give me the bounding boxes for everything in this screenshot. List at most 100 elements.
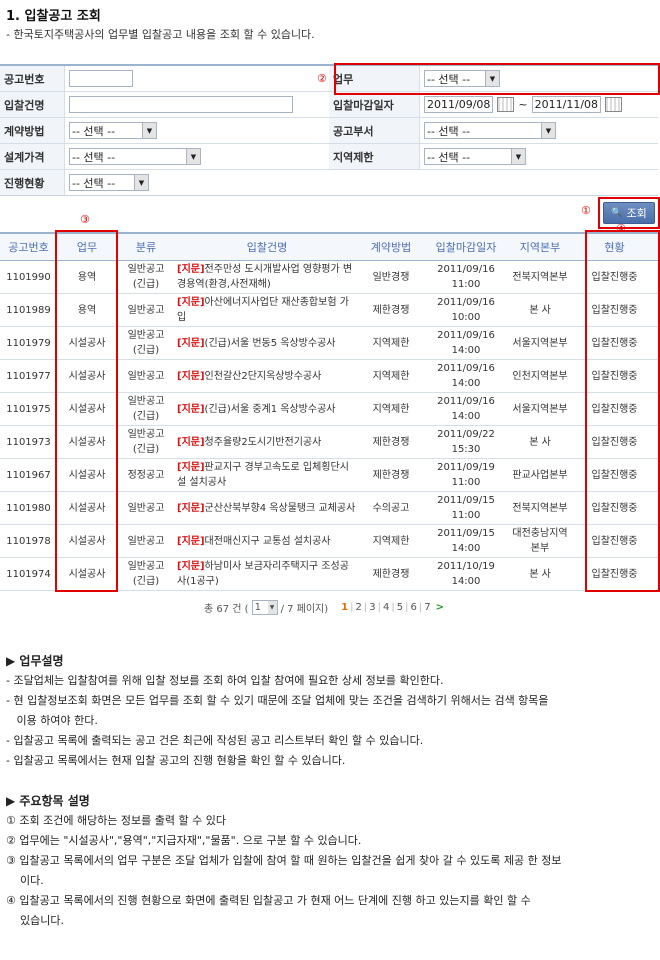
chevron-down-icon: ▼ (541, 123, 555, 138)
calendar-icon[interactable] (605, 97, 623, 112)
title-text[interactable]: 인천갈산2단지옥상방수공사 (205, 371, 322, 382)
cell-region: 대전충남지역본부 (509, 524, 571, 558)
cell-title[interactable]: [지문](긴급)서울 중계1 옥상방수공사 (175, 392, 359, 426)
description-line: 이용 하여야 한다. (6, 714, 98, 727)
work-column-highlight (55, 230, 118, 592)
column-header: 분류 (117, 232, 175, 261)
title-text[interactable]: (긴급)서울 중계1 옥상방수공사 (205, 404, 336, 415)
page-separator: | (418, 602, 423, 613)
page-link[interactable]: 4 (383, 602, 389, 613)
cell-no: 1101978 (0, 524, 57, 558)
cell-deadline: 2011/09/16 14:00 (423, 392, 509, 426)
cell-title[interactable]: [지문](긴급)서울 번동5 옥상방수공사 (175, 326, 359, 360)
page-select[interactable]: 1 ▼ (251, 600, 278, 615)
title-tag: [지문] (177, 337, 205, 349)
chevron-down-icon: ▼ (134, 175, 148, 190)
cell-contract: 제한경쟁 (359, 293, 423, 327)
cell-deadline: 2011/09/16 14:00 (423, 326, 509, 360)
cell-title[interactable]: [지문]인천갈산2단지옥상방수공사 (175, 359, 359, 393)
page-link[interactable]: 1 (341, 602, 348, 613)
cell-title[interactable]: [지문]아산에너지사업단 재산종합보험 가입 (175, 293, 359, 327)
item-description-lines: ① 조회 조건에 해당하는 정보를 출력 할 수 있다 ② 업무에는 "시설공사"… (6, 811, 561, 931)
cell-title[interactable]: [지문]군산산북부향4 옥상물탱크 교체공사 (175, 491, 359, 525)
page-link[interactable]: 2 (356, 602, 362, 613)
calendar-icon[interactable] (497, 97, 515, 112)
work-description: ▶ 업무설명 - 조달업체는 입찰참여를 위해 입찰 정보를 조회 하여 입찰 … (6, 651, 549, 771)
pager: 총 67 건 ( 1 ▼ / 7 페이지) 1 | 2 | 3 | 4 | 5 | 6 | 7 > (204, 600, 444, 615)
status-select[interactable]: -- 선택 -- ▼ (69, 174, 149, 191)
chevron-down-icon: ▼ (186, 149, 200, 164)
cell-cat: 일반공고 (긴급) (117, 425, 175, 459)
description-line: - 현 입찰정보조회 화면은 모든 업무를 조회 할 수 있기 때문에 조달 업… (6, 694, 549, 707)
price-select[interactable]: -- 선택 -- ▼ (69, 148, 201, 165)
dept-select[interactable]: -- 선택 -- ▼ (424, 122, 556, 139)
cell-contract: 제한경쟁 (359, 458, 423, 492)
search-icon: 🔍 (611, 208, 623, 218)
cell-title[interactable]: [지문]대전매신지구 교통섬 설치공사 (175, 524, 359, 558)
cell-contract: 지역제한 (359, 359, 423, 393)
cell-cat: 일반공고 (117, 359, 175, 393)
region-select[interactable]: -- 선택 -- ▼ (424, 148, 526, 165)
region-label: 지역제한 (329, 144, 420, 169)
cell-region: 전북지역본부 (509, 491, 571, 525)
bid-name-label: 입찰건명 (0, 92, 65, 117)
cell-no: 1101990 (0, 260, 57, 294)
date-from-input[interactable]: 2011/09/08 (424, 96, 494, 113)
cell-cat: 정정공고 (117, 458, 175, 492)
cell-deadline: 2011/09/15 14:00 (423, 524, 509, 558)
page-link[interactable]: 5 (397, 602, 403, 613)
page-separator: | (350, 602, 354, 613)
cell-deadline: 2011/09/19 11:00 (423, 458, 509, 492)
cell-contract: 지역제한 (359, 524, 423, 558)
description-line: ① 조회 조건에 해당하는 정보를 출력 할 수 있다 (6, 814, 226, 827)
chevron-down-icon: ▼ (142, 123, 156, 138)
bid-name-input[interactable] (69, 96, 293, 113)
cell-title[interactable]: [지문]청주율량2도시기반전기공사 (175, 425, 359, 459)
cell-deadline: 2011/09/22 15:30 (423, 425, 509, 459)
pager-total-prefix: 총 67 건 ( (204, 604, 249, 615)
title-tag: [지문] (177, 561, 205, 572)
page-link[interactable]: 7 (424, 602, 430, 613)
date-to-input[interactable]: 2011/11/08 (531, 96, 602, 113)
search-button[interactable]: 🔍 조회 (603, 202, 655, 224)
cell-no: 1101967 (0, 458, 57, 492)
cell-title[interactable]: [지문]하남미사 보금자리주택지구 조성공사(1공구) (175, 557, 359, 591)
cell-no: 1101973 (0, 425, 57, 459)
title-tag: [지문] (177, 436, 205, 448)
title-tag: [지문] (177, 264, 205, 275)
work-highlight-box (334, 63, 660, 95)
status-label: 진행현황 (0, 170, 65, 195)
notice-no-label: 공고번호 (0, 66, 65, 91)
work-description-heading: ▶ 업무설명 (6, 654, 64, 668)
cell-title[interactable]: [지문]전주만성 도시개발사업 영향평가 변경용역(환경,사전재해) (175, 260, 359, 294)
page-link[interactable]: 6 (411, 602, 417, 613)
cell-cat: 일반공고 (117, 293, 175, 327)
title-text[interactable]: (긴급)서울 번동5 옥상방수공사 (205, 338, 336, 349)
cell-no: 1101975 (0, 392, 57, 426)
notice-no-input[interactable] (69, 70, 133, 87)
column-header: 계약방법 (359, 232, 423, 261)
contract-select[interactable]: -- 선택 -- ▼ (69, 122, 157, 139)
description-line: - 입찰공고 목록에 출력되는 공고 건은 최근에 작성된 공고 리스트부터 확… (6, 734, 424, 747)
description-line: 이다. (6, 874, 44, 887)
cell-deadline: 2011/09/16 11:00 (423, 260, 509, 294)
cell-cat: 일반공고 (117, 524, 175, 558)
description-line: ② 업무에는 "시설공사","용역","지급자재","물품". 으로 구분 할 … (6, 834, 362, 847)
marker-3: ③ (80, 213, 90, 226)
cell-cat: 일반공고 (긴급) (117, 326, 175, 360)
title-tag: [지문] (177, 370, 205, 382)
cell-cat: 일반공고 (긴급) (117, 557, 175, 591)
next-page-link[interactable]: > (436, 602, 444, 613)
title-text[interactable]: 청주율량2도시기반전기공사 (205, 437, 322, 448)
price-label: 설계가격 (0, 144, 65, 169)
cell-title[interactable]: [지문]판교지구 경부고속도로 입체횡단시설 설치공사 (175, 458, 359, 492)
description-line: - 입찰공고 목록에서는 현재 입찰 공고의 진행 현황을 확인 할 수 있습니… (6, 754, 346, 767)
column-header: 입찰건명 (175, 232, 359, 261)
marker-2: ② (317, 72, 327, 85)
title-text[interactable]: 군산산북부향4 옥상물탱크 교체공사 (205, 503, 356, 514)
title-text[interactable]: 대전매신지구 교통섬 설치공사 (205, 536, 331, 547)
cell-cat: 일반공고 (117, 491, 175, 525)
chevron-down-icon: ▼ (267, 601, 277, 614)
cell-contract: 일반경쟁 (359, 260, 423, 294)
page-link[interactable]: 3 (369, 602, 375, 613)
